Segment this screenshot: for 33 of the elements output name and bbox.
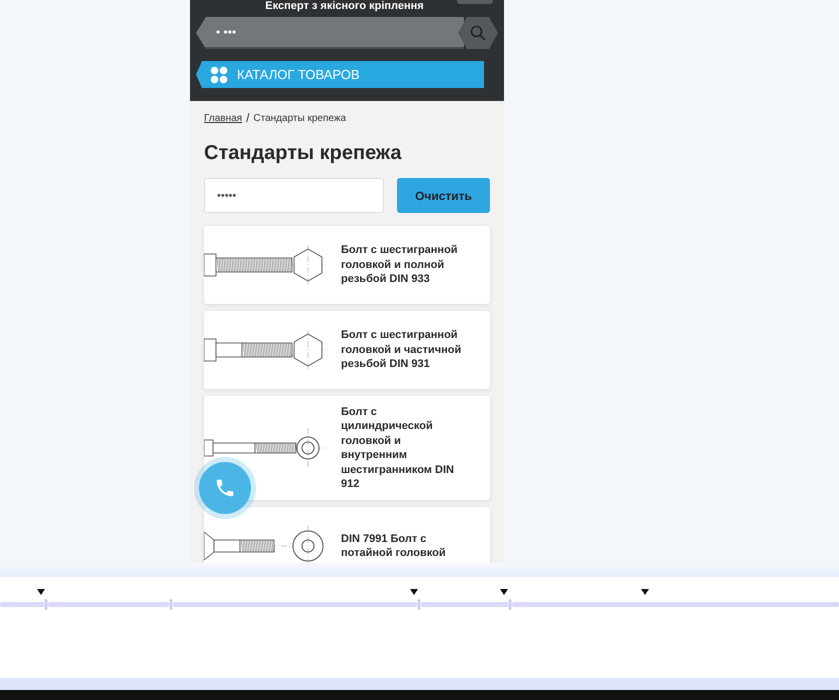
segment-handle[interactable]: [508, 599, 512, 610]
phone-icon: [214, 477, 236, 499]
marker-icon[interactable]: [37, 589, 45, 595]
segment-handle[interactable]: [44, 599, 48, 610]
menu-button[interactable]: [457, 0, 493, 4]
marker-icon[interactable]: [410, 589, 418, 595]
breadcrumb-link[interactable]: Главная: [204, 112, 242, 124]
product-title: DIN 7991 Болт с потайной головкой: [341, 532, 447, 560]
filter-field[interactable]: •••••: [204, 178, 384, 213]
product-card[interactable]: Болт с шестигранной головкой и полной резьбой DIN 933: [204, 226, 490, 304]
segment-handle[interactable]: [418, 599, 420, 610]
breadcrumb-current: Стандарты крепежа: [253, 112, 346, 124]
breadcrumb-separator: /: [246, 111, 250, 125]
product-title: Болт с шестигранной головкой и полной резьбой DIN 933: [341, 243, 459, 287]
marker-icon[interactable]: [500, 589, 508, 595]
product-card[interactable]: DIN 7991 Болт с потайной головкой: [204, 507, 490, 563]
search-icon: [469, 24, 487, 42]
search-field[interactable]: • •••: [196, 17, 464, 49]
product-title: Болт с шестигранной головкой и частичной резьбой DIN 931: [341, 328, 462, 372]
marker-icon[interactable]: [641, 589, 649, 595]
product-card[interactable]: Болт с шестигранной головкой и частичной резьбой DIN 931: [204, 311, 490, 389]
timeline-segment[interactable]: [0, 602, 44, 607]
timeline-segment[interactable]: [512, 602, 839, 607]
product-card[interactable]: Болт с цилиндрической головкой и внутренним шестигранником DIN 912: [204, 396, 490, 500]
product-title: Болт с цилиндрической головкой и внутренним шестигранником DIN 912: [341, 404, 455, 492]
clear-button[interactable]: Очистить: [397, 178, 490, 213]
timeline-segment[interactable]: [421, 602, 508, 607]
timeline-segment[interactable]: [173, 602, 417, 607]
grid-icon: [210, 66, 228, 84]
page-title: Стандарты крепежа: [204, 141, 403, 165]
tagline: Експерт з якісного кріплення: [264, 0, 425, 12]
segment-handle[interactable]: [170, 599, 172, 610]
timeline-segment[interactable]: [48, 602, 169, 607]
